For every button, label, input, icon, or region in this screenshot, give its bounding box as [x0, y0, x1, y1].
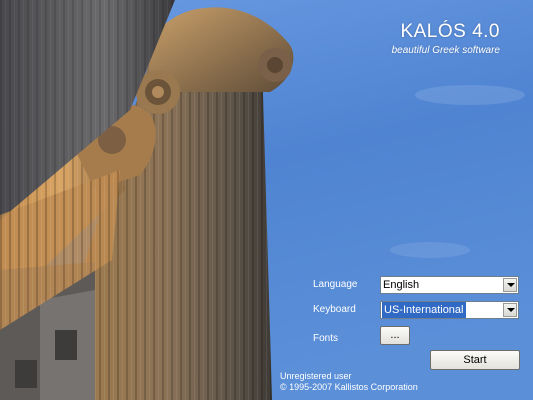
keyboard-value: US-International	[382, 302, 466, 318]
chevron-down-icon[interactable]	[503, 278, 517, 292]
language-value: English	[383, 279, 420, 291]
fonts-label: Fonts	[313, 333, 339, 344]
start-button[interactable]: Start	[430, 350, 520, 370]
keyboard-select[interactable]: US-International	[380, 301, 519, 319]
app-title: KALÓS 4.0	[400, 21, 500, 42]
copyright-notice: © 1995-2007 Kallistos Corporation	[280, 382, 418, 392]
language-label: Language	[313, 279, 358, 290]
language-select[interactable]: English	[380, 276, 519, 294]
chevron-down-icon[interactable]	[503, 303, 517, 317]
fonts-browse-button[interactable]: ...	[380, 326, 410, 345]
keyboard-label: Keyboard	[313, 304, 356, 315]
app-subtitle: beautiful Greek software	[391, 45, 500, 56]
splash-window: KALÓS 4.0 beautiful Greek software Langu…	[0, 0, 533, 400]
columns-background-image	[0, 0, 533, 400]
registration-status: Unregistered user	[280, 371, 352, 381]
